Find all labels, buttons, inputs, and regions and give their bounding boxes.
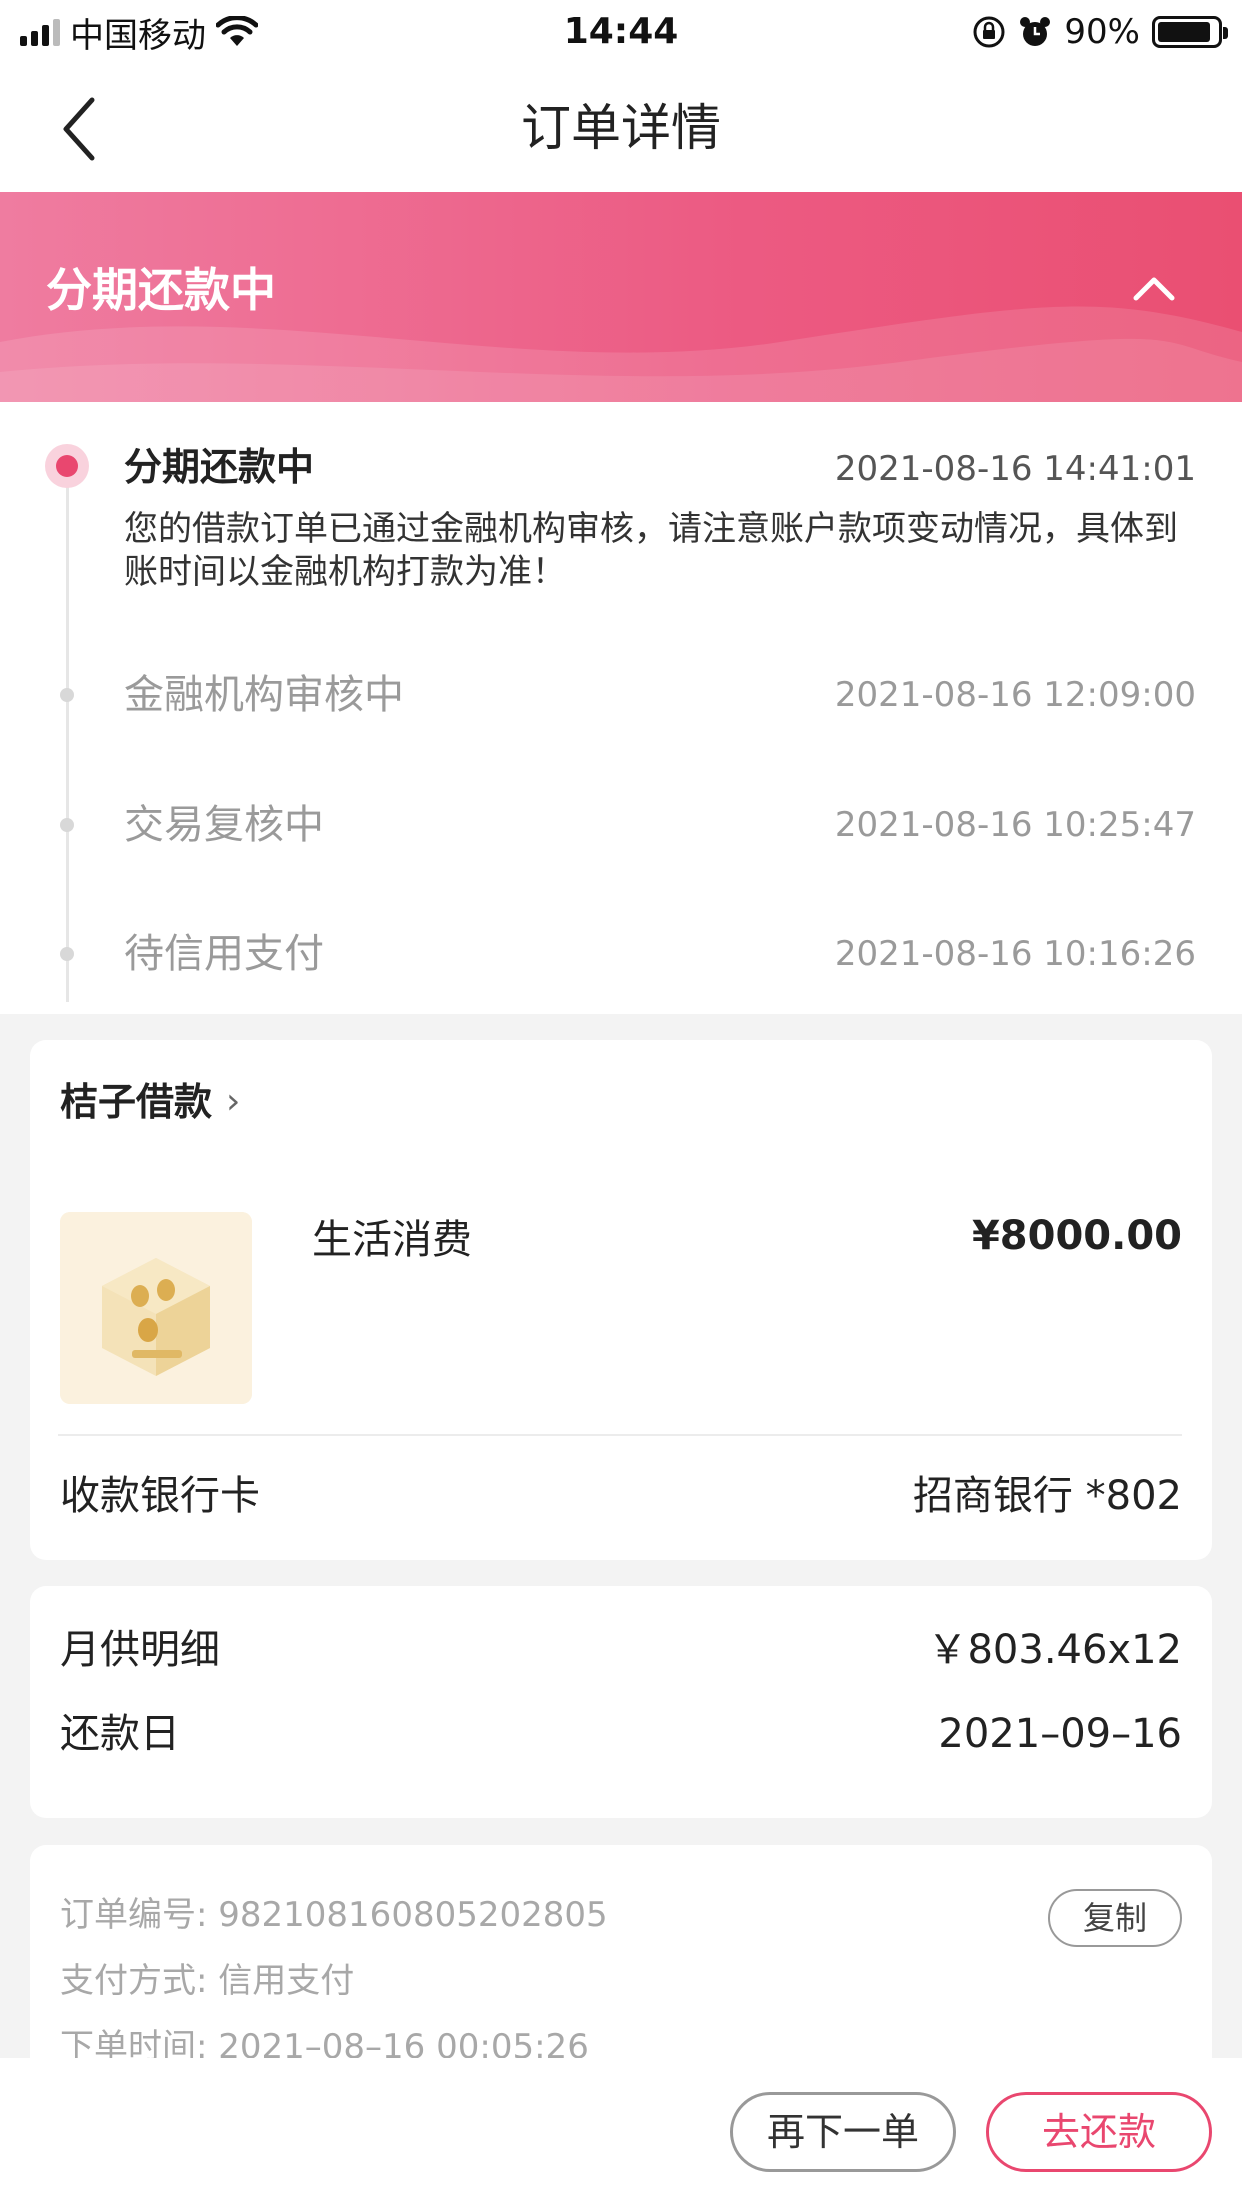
- battery-percent: 90%: [1064, 12, 1140, 52]
- alarm-icon: [1020, 17, 1051, 46]
- order-card: 桔子借款 › 生活消费 ¥8000.00 收款银行卡 招商银行 *802: [30, 1040, 1212, 1560]
- bank-card-value: 招商银行 *802: [912, 1473, 1182, 1519]
- timeline-current-time: 2021-08-16 14:41:01: [834, 449, 1196, 489]
- repay-button[interactable]: 去还款: [986, 2092, 1212, 2172]
- progress-timeline: 分期还款中 2021-08-16 14:41:01 您的借款订单已通过金融机构审…: [0, 402, 1242, 1014]
- battery-icon: [1152, 16, 1228, 48]
- timeline-dot: [60, 818, 74, 832]
- timeline-step-title: 金融机构审核中: [124, 672, 404, 718]
- status-right: 90%: [972, 10, 1228, 54]
- timeline-dot: [60, 688, 74, 702]
- timeline-step-title: 交易复核中: [124, 802, 324, 848]
- repayment-card: 月供明细 ￥803.46x12 还款日 2021–09–16: [30, 1586, 1212, 1818]
- page-title: 订单详情: [521, 99, 721, 157]
- monthly-payment-value: ￥803.46x12: [927, 1627, 1182, 1673]
- timeline-line: [66, 472, 69, 1002]
- rotation-lock-icon: [973, 16, 1005, 48]
- timeline-step-time: 2021-08-16 10:25:47: [834, 805, 1196, 845]
- payment-method: 支付方式: 信用支付: [60, 1961, 355, 2001]
- product-price: ¥8000.00: [971, 1213, 1182, 1259]
- merchant-name: 桔子借款: [60, 1080, 213, 1124]
- merchant-link[interactable]: 桔子借款 ›: [60, 1074, 240, 1130]
- timeline-current-description: 您的借款订单已通过金融机构审核，请注意账户款项变动情况，具体到账时间以金融机构打…: [124, 509, 1178, 592]
- chevron-up-icon[interactable]: [1126, 268, 1182, 308]
- timeline-current-title: 分期还款中: [124, 445, 315, 489]
- divider: [58, 1434, 1182, 1436]
- due-date-value: 2021–09–16: [938, 1711, 1182, 1757]
- status-bar: 中国移动 14:44 90%: [0, 0, 1242, 64]
- reorder-button[interactable]: 再下一单: [730, 2092, 956, 2172]
- chevron-right-icon: ›: [226, 1081, 241, 1122]
- status-banner[interactable]: 分期还款中: [0, 192, 1242, 402]
- timeline-dot-active: [45, 444, 89, 488]
- bank-card-label: 收款银行卡: [60, 1473, 260, 1519]
- copy-button[interactable]: 复制: [1048, 1889, 1182, 1947]
- timeline-step-time: 2021-08-16 10:16:26: [834, 934, 1196, 974]
- product-image: [60, 1212, 252, 1404]
- banner-title: 分期还款中: [46, 263, 276, 317]
- timeline-dot: [60, 947, 74, 961]
- timeline-step-title: 待信用支付: [124, 931, 324, 977]
- bottom-action-bar: 再下一单 去还款: [0, 2058, 1242, 2208]
- due-date-label: 还款日: [60, 1711, 180, 1757]
- monthly-payment-label: 月供明细: [60, 1627, 220, 1673]
- product-name: 生活消费: [312, 1217, 472, 1263]
- nav-bar: 订单详情: [0, 64, 1242, 192]
- order-number: 订单编号: 982108160805202805: [60, 1895, 608, 1935]
- timeline-step-time: 2021-08-16 12:09:00: [834, 675, 1196, 715]
